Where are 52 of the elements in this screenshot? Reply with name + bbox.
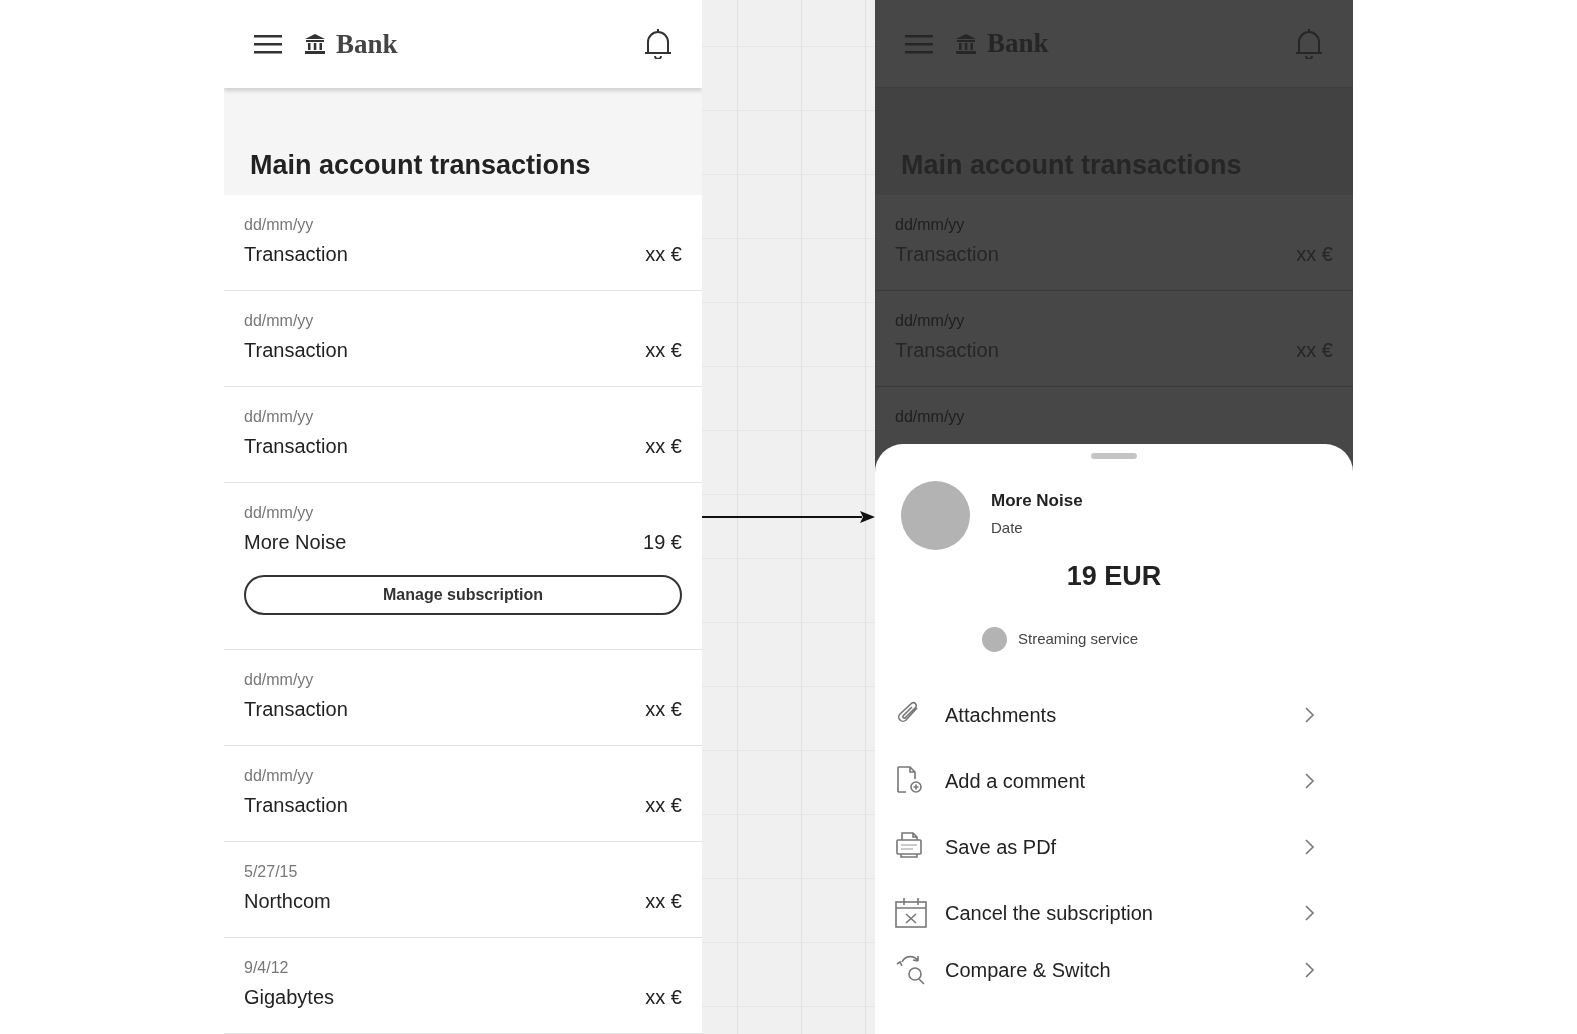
transaction-date: dd/mm/yy <box>244 670 315 690</box>
chevron-right-icon[interactable] <box>1303 837 1315 856</box>
transaction-name: Transaction <box>244 338 348 363</box>
transaction-date: dd/mm/yy <box>244 311 315 331</box>
chevron-right-icon[interactable] <box>1303 771 1315 790</box>
drag-handle[interactable] <box>1091 453 1137 459</box>
action-label: Cancel the subscription <box>945 900 1154 926</box>
manage-subscription-button[interactable]: Manage subscription <box>244 575 682 615</box>
chevron-right-icon[interactable] <box>1303 705 1315 724</box>
transaction-amount: xx € <box>645 793 682 818</box>
transaction-name: Gigabytes <box>244 985 335 1010</box>
transaction-name: Transaction <box>244 697 348 722</box>
transaction-date: dd/mm/yy <box>244 766 315 786</box>
transaction-date: dd/mm/yy <box>244 503 315 523</box>
action-item[interactable]: Add a comment <box>895 759 1333 802</box>
transaction-amount: xx € <box>645 697 682 722</box>
calendar-cross-icon[interactable] <box>895 896 927 929</box>
transaction-name: Northcom <box>244 889 331 914</box>
app-title: Bank <box>336 27 398 61</box>
transaction-name: Transaction <box>244 434 348 459</box>
transaction-name: Transaction <box>244 242 348 267</box>
amount-total: 19 EUR <box>1066 560 1162 593</box>
transaction-amount: xx € <box>645 889 682 914</box>
action-label: Save as PDf <box>945 834 1058 860</box>
transaction-date: dd/mm/yy <box>244 215 315 235</box>
transaction-amount: xx € <box>645 985 682 1010</box>
transaction-name: More Noise <box>244 530 347 555</box>
notification-bell-icon[interactable] <box>644 29 672 59</box>
action-label: Attachments <box>945 702 1058 728</box>
bank-icon[interactable] <box>304 33 326 55</box>
transaction-amount: 19 € <box>643 530 682 555</box>
transaction-date: dd/mm/yy <box>244 407 315 427</box>
action-item[interactable]: Cancel the subscription <box>895 891 1333 934</box>
transaction-date: 5/27/15 <box>244 862 299 882</box>
action-item[interactable]: Attachments <box>895 693 1333 736</box>
action-label: Compare & Switch <box>945 957 1112 983</box>
action-item[interactable]: Save as PDf <box>895 825 1333 868</box>
action-item[interactable]: Compare & Switch <box>895 948 1333 991</box>
transaction-amount: xx € <box>645 242 682 267</box>
category-label: Streaming service <box>1018 628 1139 649</box>
page-heading: Main account transactions <box>250 148 591 182</box>
chevron-right-icon[interactable] <box>1303 960 1315 979</box>
compare-search-icon[interactable] <box>895 953 927 986</box>
transaction-date: Date <box>991 518 1024 538</box>
merchant-name: More Noise <box>991 489 1083 512</box>
transaction-amount: xx € <box>645 338 682 363</box>
transaction-amount: xx € <box>645 434 682 459</box>
transaction-date: 9/4/12 <box>244 958 290 978</box>
action-label: Add a comment <box>945 768 1087 794</box>
transaction-name: Transaction <box>244 793 348 818</box>
menu-icon[interactable] <box>254 32 282 56</box>
chevron-right-icon[interactable] <box>1303 903 1315 922</box>
